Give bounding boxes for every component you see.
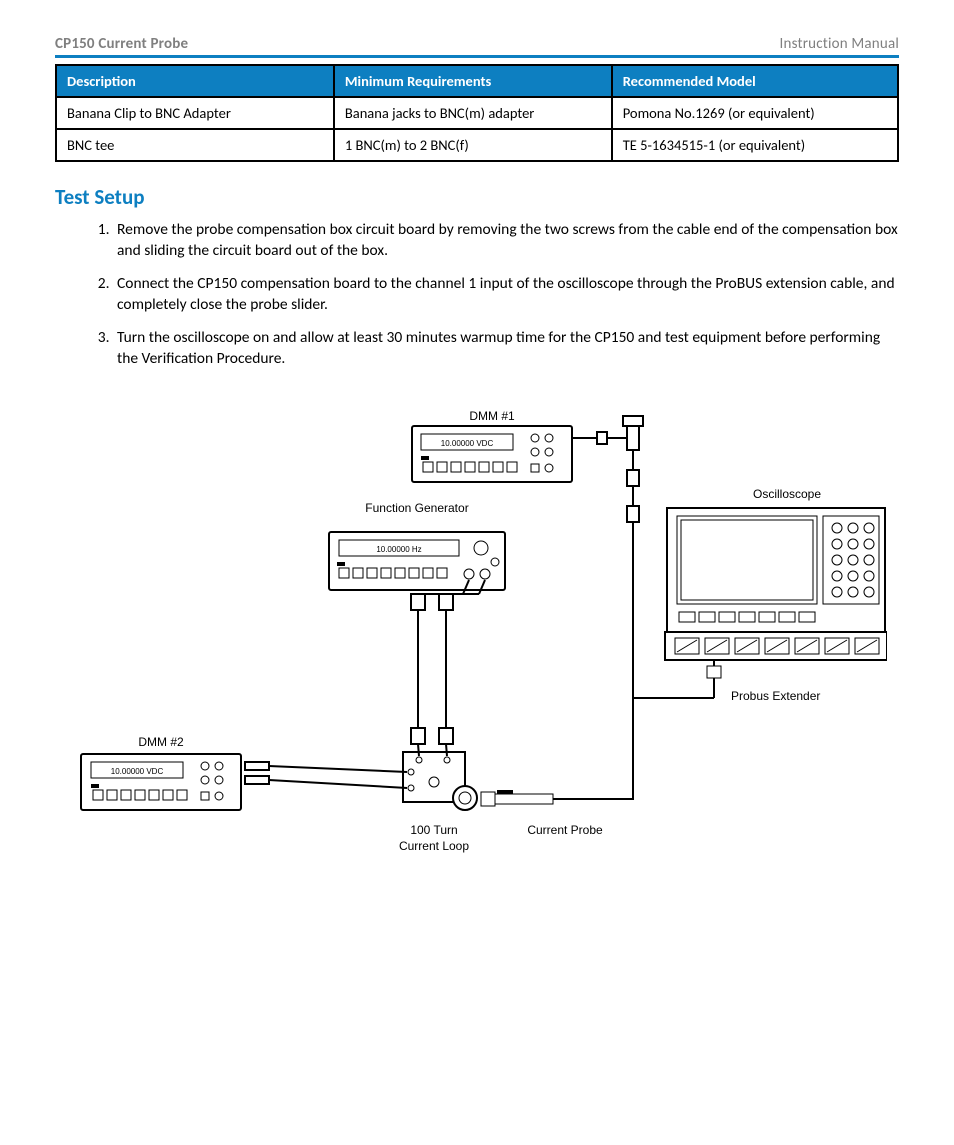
current-loop-box	[403, 752, 477, 810]
table-cell: BNC tee	[56, 129, 334, 161]
table-header-cell: Minimum Requirements	[334, 65, 612, 97]
table-cell: Banana Clip to BNC Adapter	[56, 97, 334, 129]
table-header-row: Description Minimum Requirements Recomme…	[56, 65, 898, 97]
list-item: Turn the oscilloscope on and allow at le…	[113, 328, 899, 370]
probus-extender-label: Probus Extender	[731, 689, 820, 703]
oscilloscope-label: Oscilloscope	[753, 487, 821, 501]
test-setup-figure: DMM #1 10.00000 VDC	[55, 398, 899, 883]
page-header: CP150 Current Probe Instruction Manual	[55, 35, 899, 58]
table-header-cell: Description	[56, 65, 334, 97]
dmm1-label: DMM #1	[469, 409, 515, 423]
current-probe	[481, 790, 587, 806]
dmm2-instrument: 10.00000 VDC	[81, 754, 241, 810]
table-cell: TE 5-1634515-1 (or equivalent)	[612, 129, 898, 161]
cable-dmm2-to-loop	[245, 762, 407, 788]
loop-label-1: 100 Turn	[410, 823, 457, 837]
fg-display: 10.00000 Hz	[376, 545, 421, 554]
loop-label-2: Current Loop	[399, 839, 469, 853]
table-row: Banana Clip to BNC Adapter Banana jacks …	[56, 97, 898, 129]
figure-svg: DMM #1 10.00000 VDC	[67, 398, 887, 878]
list-item: Connect the CP150 compensation board to …	[113, 274, 899, 316]
dmm1-display: 10.00000 VDC	[441, 439, 494, 448]
step-list: Remove the probe compensation box circui…	[85, 220, 899, 370]
current-probe-label: Current Probe	[527, 823, 603, 837]
table-header-cell: Recommended Model	[612, 65, 898, 97]
section-heading: Test Setup	[55, 184, 899, 210]
dmm2-label: DMM #2	[138, 735, 184, 749]
dmm1-instrument: 10.00000 VDC	[412, 426, 572, 482]
table-cell: 1 BNC(m) to 2 BNC(f)	[334, 129, 612, 161]
table-cell: Banana jacks to BNC(m) adapter	[334, 97, 612, 129]
cable-fg-to-loop	[411, 580, 485, 756]
dmm2-display: 10.00000 VDC	[111, 767, 164, 776]
header-title-right: Instruction Manual	[780, 35, 899, 53]
function-generator-instrument: 10.00000 Hz	[329, 532, 505, 590]
oscilloscope-instrument	[665, 508, 887, 660]
table-row: BNC tee 1 BNC(m) to 2 BNC(f) TE 5-163451…	[56, 129, 898, 161]
equipment-table: Description Minimum Requirements Recomme…	[55, 64, 899, 162]
function-generator-label-1: Function Generator	[365, 501, 468, 515]
header-title-left: CP150 Current Probe	[55, 35, 188, 53]
table-cell: Pomona No.1269 (or equivalent)	[612, 97, 898, 129]
list-item: Remove the probe compensation box circui…	[113, 220, 899, 262]
